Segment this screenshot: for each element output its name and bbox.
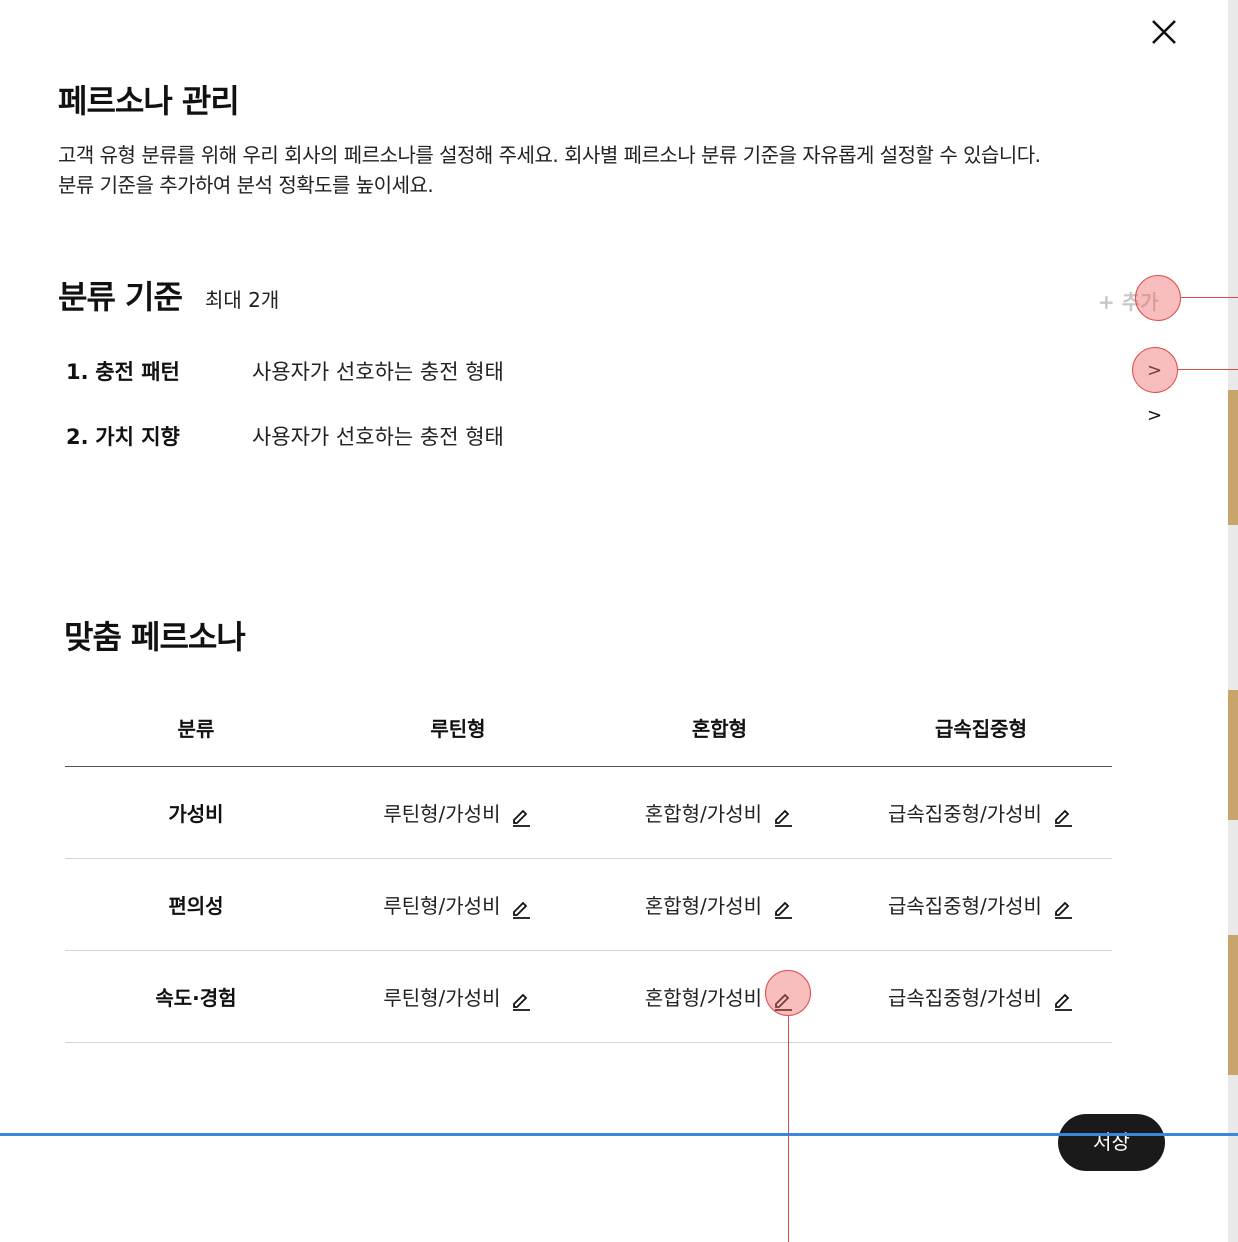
- pencil-icon[interactable]: [510, 805, 532, 827]
- row-label: 가성비: [65, 766, 327, 859]
- guide-line: [0, 1133, 1238, 1136]
- row-label: 편의성: [65, 858, 327, 951]
- annotation-line: [1178, 369, 1238, 370]
- close-icon[interactable]: [1146, 14, 1182, 50]
- table-row: 가성비 루틴형/가성비 혼합형/가성비 급속집중형/가성비: [65, 766, 1112, 859]
- persona-name: 급속집중형/가성비: [888, 802, 1042, 826]
- background-thumbnail: [1228, 390, 1238, 525]
- highlight-marker: [1135, 275, 1181, 321]
- table-header-row: 분류 루틴형 혼합형 급속집중형: [65, 688, 1112, 767]
- annotation-line: [788, 1016, 789, 1242]
- persona-cell: 혼합형/가성비: [588, 950, 850, 1043]
- table-row: 속도·경험 루틴형/가성비 혼합형/가성비 급속집중형/가성비: [65, 950, 1112, 1043]
- persona-cell: 급속집중형/가성비: [849, 766, 1112, 859]
- persona-section-title: 맞춤 페르소나: [64, 618, 246, 656]
- pencil-icon[interactable]: [1052, 805, 1074, 827]
- persona-cell: 급속집중형/가성비: [849, 950, 1112, 1043]
- persona-name: 혼합형/가성비: [644, 894, 762, 918]
- persona-name: 급속집중형/가성비: [888, 894, 1042, 918]
- description-line-1: 고객 유형 분류를 위해 우리 회사의 페르소나를 설정해 주세요. 회사별 페…: [58, 143, 1041, 167]
- persona-table: 분류 루틴형 혼합형 급속집중형 가성비 루틴형/가성비 혼합형/가성비 급속집…: [65, 688, 1112, 1043]
- persona-cell: 루틴형/가성비: [326, 950, 589, 1043]
- highlight-marker: [1132, 347, 1178, 393]
- persona-cell: 루틴형/가성비: [326, 858, 589, 951]
- page-description: 고객 유형 분류를 위해 우리 회사의 페르소나를 설정해 주세요. 회사별 페…: [58, 140, 1158, 200]
- page-title: 페르소나 관리: [58, 82, 240, 120]
- criteria-section-title: 분류 기준: [58, 278, 183, 316]
- background-thumbnail: [1228, 935, 1238, 1075]
- criteria-2-chevron-icon[interactable]: >: [1147, 405, 1162, 426]
- pencil-icon[interactable]: [1052, 989, 1074, 1011]
- column-header: 급속집중형: [849, 688, 1112, 767]
- criteria-name: 가치 지향: [95, 425, 180, 449]
- save-button[interactable]: 저장: [1058, 1114, 1165, 1171]
- persona-modal: 페르소나 관리 고객 유형 분류를 위해 우리 회사의 페르소나를 설정해 주세…: [0, 0, 1228, 1242]
- pencil-icon[interactable]: [772, 805, 794, 827]
- criteria-number: 2.: [66, 425, 89, 449]
- persona-cell: 급속집중형/가성비: [849, 858, 1112, 951]
- criteria-number: 1.: [66, 360, 89, 384]
- persona-name: 루틴형/가성비: [383, 986, 501, 1010]
- persona-cell: 루틴형/가성비: [326, 766, 589, 859]
- background-thumbnail: [1228, 690, 1238, 820]
- description-line-2: 분류 기준을 추가하여 분석 정확도를 높이세요.: [58, 173, 434, 197]
- persona-name: 혼합형/가성비: [644, 986, 762, 1010]
- criteria-item-2[interactable]: 2. 가치 지향 사용자가 선호하는 충전 형태: [66, 421, 504, 451]
- column-header: 루틴형: [326, 688, 589, 767]
- highlight-marker: [765, 970, 811, 1016]
- criteria-limit: 최대 2개: [205, 288, 280, 312]
- pencil-icon[interactable]: [510, 989, 532, 1011]
- persona-cell: 혼합형/가성비: [588, 766, 850, 859]
- column-header: 분류: [65, 688, 327, 767]
- table-row: 편의성 루틴형/가성비 혼합형/가성비 급속집중형/가성비: [65, 858, 1112, 951]
- column-header: 혼합형: [588, 688, 850, 767]
- pencil-icon[interactable]: [1052, 897, 1074, 919]
- criteria-description: 사용자가 선호하는 충전 형태: [251, 425, 504, 449]
- pencil-icon[interactable]: [772, 897, 794, 919]
- persona-name: 루틴형/가성비: [383, 894, 501, 918]
- persona-name: 급속집중형/가성비: [888, 986, 1042, 1010]
- persona-cell: 혼합형/가성비: [588, 858, 850, 951]
- criteria-item-1[interactable]: 1. 충전 패턴 사용자가 선호하는 충전 형태: [66, 356, 504, 386]
- annotation-line: [1181, 297, 1238, 298]
- criteria-name: 충전 패턴: [95, 360, 180, 384]
- criteria-description: 사용자가 선호하는 충전 형태: [251, 360, 504, 384]
- pencil-icon[interactable]: [510, 897, 532, 919]
- persona-name: 루틴형/가성비: [383, 802, 501, 826]
- row-label: 속도·경험: [65, 950, 327, 1043]
- persona-name: 혼합형/가성비: [644, 802, 762, 826]
